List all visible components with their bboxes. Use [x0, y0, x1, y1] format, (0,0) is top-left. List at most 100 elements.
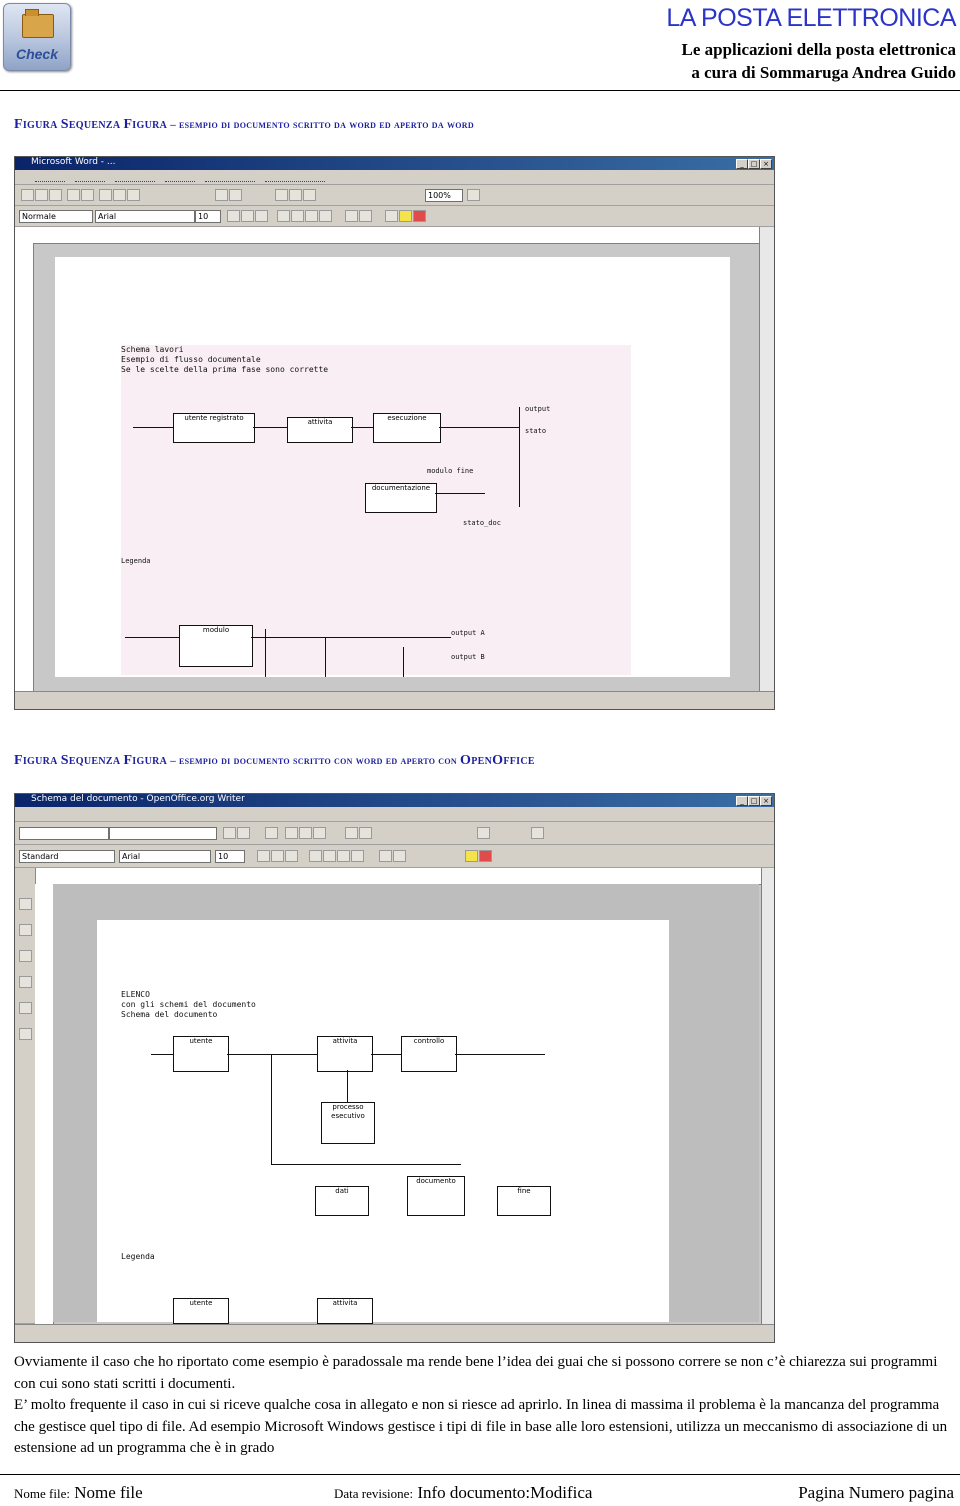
- horizontal-ruler: [35, 868, 774, 885]
- connector: [253, 427, 287, 428]
- table-icon[interactable]: [275, 189, 288, 201]
- connector: [133, 427, 173, 428]
- cut-icon[interactable]: [285, 827, 298, 839]
- word-titlebar: Microsoft Word - ... _ □ ×: [15, 157, 774, 170]
- minimize-icon[interactable]: _: [736, 159, 748, 169]
- close-icon[interactable]: ×: [760, 796, 772, 806]
- insert-icon[interactable]: [19, 898, 32, 910]
- connector: [435, 493, 485, 494]
- redo-icon[interactable]: [359, 827, 372, 839]
- print-icon[interactable]: [265, 827, 278, 839]
- diagram-box: dati: [315, 1186, 369, 1216]
- draw-icon[interactable]: [19, 924, 32, 936]
- oo-page: ELENCO con gli schemi del documento Sche…: [97, 920, 669, 1324]
- italic-icon[interactable]: [271, 850, 284, 862]
- copy-icon[interactable]: [113, 189, 126, 201]
- highlight-icon[interactable]: [399, 210, 412, 222]
- figure2-caption: Figura Sequenza Figura – esempio di docu…: [14, 753, 535, 768]
- font-select[interactable]: Arial: [119, 850, 211, 863]
- numbering-icon[interactable]: [379, 850, 392, 862]
- style-select[interactable]: Standard: [19, 850, 115, 863]
- font-color-icon[interactable]: [479, 850, 492, 862]
- align-right-icon[interactable]: [305, 210, 318, 222]
- form-icon[interactable]: [19, 950, 32, 962]
- border-icon[interactable]: [385, 210, 398, 222]
- paste-icon[interactable]: [127, 189, 140, 201]
- vertical-scrollbar[interactable]: [761, 868, 774, 1324]
- drawing-icon[interactable]: [303, 189, 316, 201]
- connector: [251, 637, 451, 638]
- undo-icon[interactable]: [345, 827, 358, 839]
- underline-icon[interactable]: [285, 850, 298, 862]
- align-center-icon[interactable]: [291, 210, 304, 222]
- bullets-icon[interactable]: [393, 850, 406, 862]
- undo-icon[interactable]: [215, 189, 228, 201]
- font-select[interactable]: Arial: [95, 210, 195, 223]
- maximize-icon[interactable]: □: [748, 796, 760, 806]
- open-icon[interactable]: [35, 189, 48, 201]
- paste-icon[interactable]: [313, 827, 326, 839]
- bullets-icon[interactable]: [359, 210, 372, 222]
- connector: [227, 1054, 317, 1055]
- find-icon[interactable]: [19, 1002, 32, 1014]
- justify-icon[interactable]: [319, 210, 332, 222]
- spellcheck-icon[interactable]: [19, 976, 32, 988]
- numbering-icon[interactable]: [345, 210, 358, 222]
- connector: [519, 407, 520, 507]
- maximize-icon[interactable]: □: [748, 159, 760, 169]
- align-right-icon[interactable]: [337, 850, 350, 862]
- connector: [403, 647, 404, 677]
- word-page: Schema lavori Esempio di flusso document…: [55, 257, 730, 677]
- align-left-icon[interactable]: [277, 210, 290, 222]
- new-icon[interactable]: [21, 189, 34, 201]
- openoffice-titlebar: Schema del documento - OpenOffice.org Wr…: [15, 794, 774, 807]
- align-left-icon[interactable]: [309, 850, 322, 862]
- size-select[interactable]: 10: [215, 850, 245, 863]
- preview-icon[interactable]: [81, 189, 94, 201]
- cut-icon[interactable]: [99, 189, 112, 201]
- connector: [347, 1070, 348, 1102]
- path-field[interactable]: [19, 827, 109, 840]
- columns-icon[interactable]: [289, 189, 302, 201]
- connector: [125, 637, 179, 638]
- minimize-icon[interactable]: _: [736, 796, 748, 806]
- oo-statusbar: [15, 1324, 774, 1342]
- size-select[interactable]: 10: [195, 210, 221, 223]
- connector: [371, 1054, 401, 1055]
- bold-icon[interactable]: [227, 210, 240, 222]
- help-icon[interactable]: [467, 189, 480, 201]
- diagram-label: output: [525, 405, 551, 413]
- highlight-icon[interactable]: [465, 850, 478, 862]
- underline-icon[interactable]: [255, 210, 268, 222]
- redo-icon[interactable]: [229, 189, 242, 201]
- datasource-icon[interactable]: [19, 1028, 32, 1040]
- document-author: a cura di Sommaruga Andrea Guido: [691, 63, 956, 82]
- save-icon[interactable]: [49, 189, 62, 201]
- edit-icon[interactable]: [223, 827, 236, 839]
- diagram-label: output A: [451, 629, 485, 637]
- paragraph-1: Ovviamente il caso che ho riportato come…: [14, 1354, 938, 1392]
- diagram-box: documentazione: [365, 483, 437, 513]
- zoom-select[interactable]: 100%: [425, 189, 463, 202]
- justify-icon[interactable]: [351, 850, 364, 862]
- bold-icon[interactable]: [257, 850, 270, 862]
- font-color-icon[interactable]: [413, 210, 426, 222]
- vertical-scrollbar[interactable]: [759, 227, 774, 691]
- connector: [351, 427, 373, 428]
- save-icon[interactable]: [237, 827, 250, 839]
- print-icon[interactable]: [67, 189, 80, 201]
- horizontal-ruler: [15, 227, 774, 244]
- style-select[interactable]: Normale: [19, 210, 93, 223]
- gallery-icon[interactable]: [531, 827, 544, 839]
- align-center-icon[interactable]: [323, 850, 336, 862]
- header-rule: [0, 90, 960, 91]
- connector: [439, 427, 519, 428]
- copy-icon[interactable]: [299, 827, 312, 839]
- close-icon[interactable]: ×: [760, 159, 772, 169]
- url-field[interactable]: [109, 827, 217, 840]
- navigator-icon[interactable]: [477, 827, 490, 839]
- check-logo: Check: [3, 3, 71, 71]
- italic-icon[interactable]: [241, 210, 254, 222]
- connector: [151, 1054, 173, 1055]
- connector: [265, 629, 266, 677]
